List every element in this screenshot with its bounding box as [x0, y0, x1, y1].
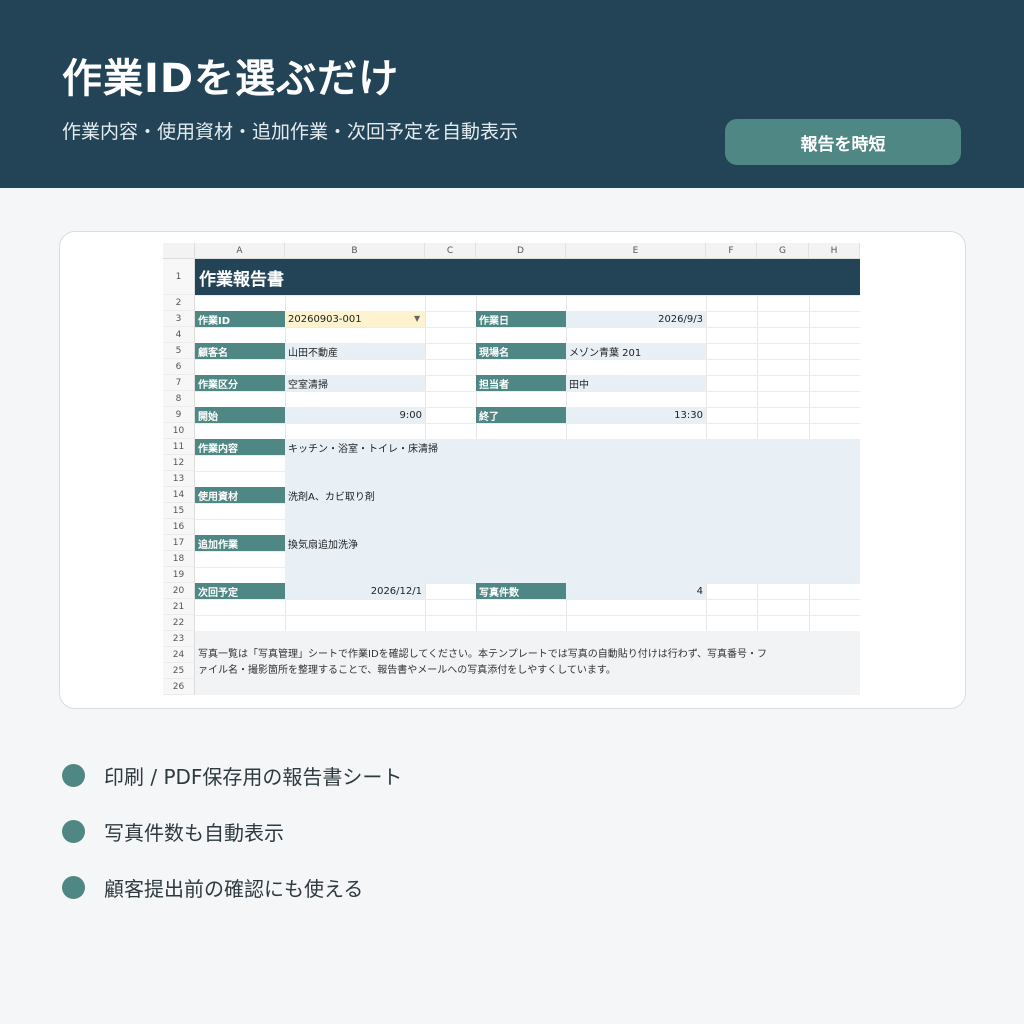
row-header[interactable]: 16 — [163, 519, 195, 535]
row-header[interactable]: 8 — [163, 391, 195, 407]
row-header[interactable]: 18 — [163, 551, 195, 567]
col-header-h[interactable]: H — [809, 243, 860, 259]
end-label: 終了 — [476, 407, 566, 423]
row-header[interactable]: 10 — [163, 423, 195, 439]
row-header[interactable]: 6 — [163, 359, 195, 375]
row-header[interactable]: 21 — [163, 599, 195, 615]
row-header[interactable]: 25 — [163, 663, 195, 679]
start-label: 開始 — [195, 407, 285, 423]
customer-value[interactable]: 山田不動産 — [285, 343, 425, 359]
row-header[interactable]: 9 — [163, 407, 195, 423]
time-saving-button[interactable]: 報告を時短 — [725, 119, 961, 165]
page-title: 作業IDを選ぶだけ — [62, 56, 400, 102]
spreadsheet: A B C D E F G H 1 2 3 4 5 6 7 8 9 10 11 … — [163, 243, 860, 695]
site-label: 現場名 — [476, 343, 566, 359]
row-header[interactable]: 11 — [163, 439, 195, 455]
staff-label: 担当者 — [476, 375, 566, 391]
grid-line — [195, 423, 860, 424]
note-line-1: 写真一覧は「写真管理」シートで作業IDを確認してください。本テンプレートでは写真… — [198, 649, 768, 660]
extra-work-value[interactable]: 換気扇追加洗浄 — [285, 535, 585, 551]
materials-label: 使用資材 — [195, 487, 285, 503]
next-schedule-value[interactable]: 2026/12/1 — [285, 583, 425, 599]
feature-text: 写真件数も自動表示 — [104, 821, 284, 845]
row-header[interactable]: 19 — [163, 567, 195, 583]
row-header[interactable]: 5 — [163, 343, 195, 359]
feature-text: 顧客提出前の確認にも使える — [104, 877, 364, 901]
photo-count-value[interactable]: 4 — [566, 583, 706, 599]
category-value[interactable]: 空室清掃 — [285, 375, 425, 391]
end-value[interactable]: 13:30 — [566, 407, 706, 423]
photo-count-label: 写真件数 — [476, 583, 566, 599]
grid-line — [195, 391, 860, 392]
row-header[interactable]: 20 — [163, 583, 195, 599]
row-header[interactable]: 12 — [163, 455, 195, 471]
feature-text: 印刷 / PDF保存用の報告書シート — [104, 765, 403, 789]
row-header[interactable]: 23 — [163, 631, 195, 647]
col-header-d[interactable]: D — [476, 243, 566, 259]
grid-line — [195, 359, 860, 360]
grid-line — [195, 615, 860, 616]
category-label: 作業区分 — [195, 375, 285, 391]
row-header[interactable]: 13 — [163, 471, 195, 487]
bullet-dot-icon — [62, 764, 85, 787]
work-id-select[interactable]: 20260903-001 — [285, 311, 425, 327]
col-header-e[interactable]: E — [566, 243, 706, 259]
staff-value[interactable]: 田中 — [566, 375, 706, 391]
feature-item: 写真件数も自動表示 — [62, 817, 284, 846]
row-header[interactable]: 24 — [163, 647, 195, 663]
row-header[interactable]: 7 — [163, 375, 195, 391]
row-header[interactable]: 14 — [163, 487, 195, 503]
row-header[interactable]: 1 — [163, 259, 195, 295]
col-header-c[interactable]: C — [425, 243, 476, 259]
site-value[interactable]: メゾン青葉 201 — [566, 343, 706, 359]
col-header-g[interactable]: G — [757, 243, 809, 259]
work-date-label: 作業日 — [476, 311, 566, 327]
customer-label: 顧客名 — [195, 343, 285, 359]
feature-item: 印刷 / PDF保存用の報告書シート — [62, 761, 402, 790]
col-header-f[interactable]: F — [706, 243, 757, 259]
work-id-label: 作業ID — [195, 311, 285, 327]
extra-work-label: 追加作業 — [195, 535, 285, 551]
page-subtitle: 作業内容・使用資材・追加作業・次回予定を自動表示 — [62, 121, 519, 143]
header-banner: 作業IDを選ぶだけ 作業内容・使用資材・追加作業・次回予定を自動表示 報告を時短 — [0, 0, 1024, 188]
sheet-corner[interactable] — [163, 243, 195, 259]
grid-line — [195, 599, 860, 600]
start-value[interactable]: 9:00 — [285, 407, 425, 423]
row-header[interactable]: 22 — [163, 615, 195, 631]
work-date-value[interactable]: 2026/9/3 — [566, 311, 706, 327]
bullet-dot-icon — [62, 820, 85, 843]
materials-value[interactable]: 洗剤A、カビ取り剤 — [285, 487, 585, 503]
row-header[interactable]: 26 — [163, 679, 195, 695]
bullet-dot-icon — [62, 876, 85, 899]
next-schedule-label: 次回予定 — [195, 583, 285, 599]
content-value[interactable]: キッチン・浴室・トイレ・床清掃 — [285, 439, 585, 455]
row-header[interactable]: 4 — [163, 327, 195, 343]
feature-item: 顧客提出前の確認にも使える — [62, 873, 363, 902]
work-details-area — [285, 439, 860, 583]
content-label: 作業内容 — [195, 439, 285, 455]
col-header-b[interactable]: B — [285, 243, 425, 259]
report-title[interactable]: 作業報告書 — [195, 259, 860, 295]
work-id-value: 20260903-001 — [288, 313, 362, 325]
col-header-a[interactable]: A — [195, 243, 285, 259]
row-header[interactable]: 17 — [163, 535, 195, 551]
note-line-2: ァイル名・撮影箇所を整理することで、報告書やメールへの写真添付をしやすくしていま… — [198, 665, 616, 676]
row-header[interactable]: 15 — [163, 503, 195, 519]
dropdown-arrow-icon[interactable]: ▼ — [414, 314, 420, 323]
row-header[interactable]: 3 — [163, 311, 195, 327]
grid-line — [195, 327, 860, 328]
grid-line — [195, 295, 860, 296]
row-header[interactable]: 2 — [163, 295, 195, 311]
